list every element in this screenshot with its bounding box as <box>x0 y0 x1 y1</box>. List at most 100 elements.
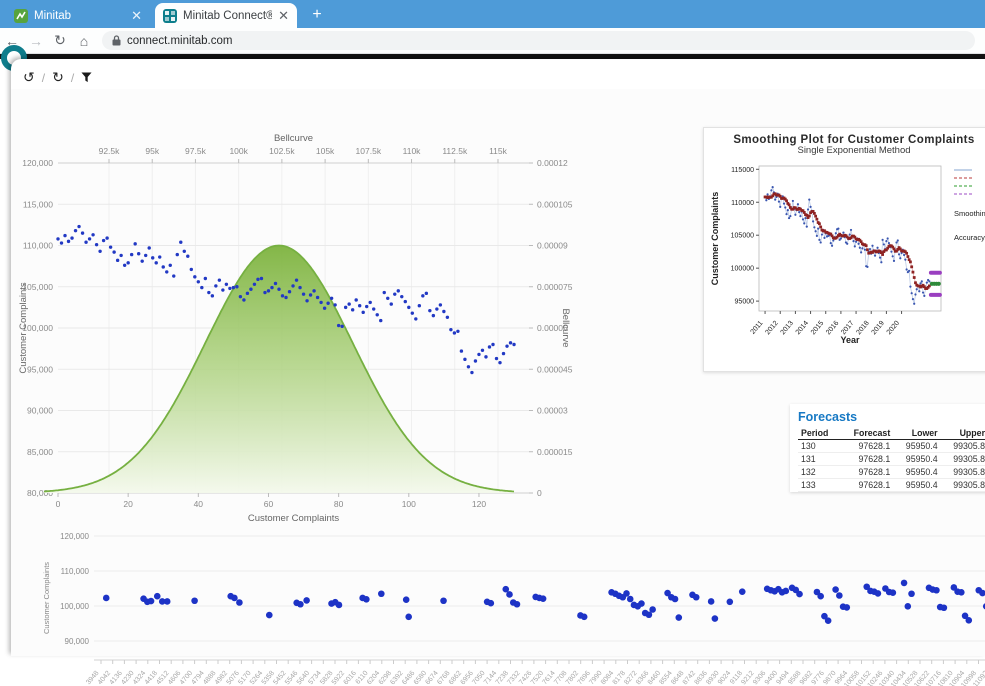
url-text: connect.minitab.com <box>127 35 232 47</box>
table-cell: 130 <box>798 440 840 453</box>
svg-text:105k: 105k <box>316 146 335 156</box>
home-icon[interactable]: ⌂ <box>72 33 96 49</box>
svg-text:2016: 2016 <box>825 320 840 337</box>
reload-icon[interactable]: ↻ <box>48 32 72 49</box>
svg-text:2020: 2020 <box>886 320 901 337</box>
svg-text:120,000: 120,000 <box>60 532 89 541</box>
close-icon[interactable]: ✕ <box>278 9 289 22</box>
svg-text:115,000: 115,000 <box>23 199 53 209</box>
forecast-col-header: Forecast <box>840 427 893 440</box>
svg-text:0.000045: 0.000045 <box>537 364 573 374</box>
table-row: 13197628.195950.499305.8 <box>798 453 985 466</box>
svg-text:2017: 2017 <box>840 320 855 337</box>
forecast-col-header: Period <box>798 427 840 440</box>
browser-window: { "browser": { "tabs": [ {"title": "Mini… <box>0 0 985 656</box>
svg-text:105000: 105000 <box>731 233 754 240</box>
lock-icon <box>112 35 121 46</box>
tab-title: Minitab <box>34 10 125 22</box>
dashboard-canvas: 92.5k95k97.5k100k102.5k105k107.5k110k112… <box>11 89 985 656</box>
svg-text:100000: 100000 <box>731 266 754 273</box>
svg-text:0.00003: 0.00003 <box>537 406 568 416</box>
dashboard-toolbar: ↺ / ↻ / <box>23 69 92 86</box>
svg-text:110,000: 110,000 <box>23 241 53 251</box>
svg-text:115k: 115k <box>489 146 508 156</box>
minitab-favicon-icon <box>14 9 28 23</box>
svg-text:100k: 100k <box>229 146 248 156</box>
svg-text:Customer Complaints: Customer Complaints <box>18 282 29 374</box>
forecasts-table: PeriodForecastLowerUpper13097628.195950.… <box>798 427 985 492</box>
table-cell: 95950.4 <box>893 479 940 492</box>
svg-text:Bellcurve: Bellcurve <box>560 308 571 347</box>
svg-text:60: 60 <box>264 499 274 509</box>
svg-text:2012: 2012 <box>764 320 779 337</box>
forecasts-card: Forecasts PeriodForecastLowerUpper130976… <box>790 404 985 492</box>
table-cell: 97628.1 <box>840 440 893 453</box>
svg-text:Customer Complaints: Customer Complaints <box>42 562 51 634</box>
svg-text:2011: 2011 <box>750 320 765 336</box>
svg-text:Bellcurve: Bellcurve <box>274 133 313 144</box>
filter-icon[interactable] <box>81 70 92 86</box>
history-icon[interactable]: ↺ <box>23 69 35 86</box>
table-cell: 131 <box>798 453 840 466</box>
table-cell: 97628.1 <box>840 479 893 492</box>
forward-icon[interactable]: → <box>24 33 48 49</box>
table-row: 13397628.195950.499305.8 <box>798 479 985 492</box>
table-cell: 133 <box>798 479 840 492</box>
svg-text:95,000: 95,000 <box>27 364 53 374</box>
svg-text:Accuracy: Accuracy <box>954 233 985 242</box>
svg-text:9024: 9024 <box>717 670 732 686</box>
svg-text:120,000: 120,000 <box>22 158 53 168</box>
svg-text:0.00009: 0.00009 <box>537 241 568 251</box>
svg-text:110k: 110k <box>403 146 422 156</box>
table-row: 13297628.195950.499305.8 <box>798 466 985 479</box>
smoothing-plot-subtitle: Single Exponential Method <box>704 145 985 156</box>
tab-minitab-connect[interactable]: Minitab Connect® - connect.min ✕ <box>155 3 297 28</box>
svg-text:6016: 6016 <box>343 670 358 686</box>
new-tab-button[interactable]: + <box>305 4 329 26</box>
svg-text:2015: 2015 <box>810 320 825 337</box>
svg-text:80: 80 <box>334 499 344 509</box>
svg-text:95k: 95k <box>145 146 159 156</box>
svg-text:0.000075: 0.000075 <box>537 282 573 292</box>
tab-strip: Minitab ✕ Minitab Connect® - connect.min… <box>0 0 985 28</box>
svg-text:20: 20 <box>123 499 133 509</box>
svg-text:2014: 2014 <box>795 320 810 337</box>
smoothing-plot-chart: 1150001100001050001000009500020112012201… <box>704 156 985 366</box>
svg-text:92.5k: 92.5k <box>99 146 121 156</box>
svg-text:107.5k: 107.5k <box>356 146 382 156</box>
table-row: 13097628.195950.499305.8 <box>798 440 985 453</box>
svg-text:100,000: 100,000 <box>60 602 89 611</box>
table-cell: 97628.1 <box>840 453 893 466</box>
svg-text:0.000015: 0.000015 <box>537 447 573 457</box>
refresh-icon[interactable]: ↻ <box>52 69 64 86</box>
connect-favicon-icon <box>163 9 177 23</box>
address-bar[interactable]: connect.minitab.com <box>102 31 975 50</box>
svg-text:90,000: 90,000 <box>27 406 53 416</box>
tab-minitab[interactable]: Minitab ✕ <box>6 3 150 28</box>
table-cell: 99305.8 <box>941 466 985 479</box>
svg-text:85,000: 85,000 <box>27 447 53 457</box>
svg-text:0: 0 <box>56 499 61 509</box>
tab-title: Minitab Connect® - connect.min <box>183 10 272 22</box>
table-cell: 99305.8 <box>941 453 985 466</box>
svg-text:0: 0 <box>537 488 542 498</box>
svg-text:100: 100 <box>402 499 416 509</box>
smoothing-plot-card: Smoothing Plot for Customer Complaints S… <box>703 127 985 372</box>
forecast-col-header: Upper <box>941 427 985 440</box>
toolbar-separator: / <box>42 71 45 85</box>
table-cell: 95950.4 <box>893 440 940 453</box>
svg-text:95000: 95000 <box>735 299 755 306</box>
svg-text:0.000105: 0.000105 <box>537 199 573 209</box>
table-cell: 97628.1 <box>840 466 893 479</box>
bellcurve-scatter-chart: 92.5k95k97.5k100k102.5k105k107.5k110k112… <box>11 125 576 525</box>
browser-toolbar: ← → ↻ ⌂ connect.minitab.com <box>0 28 985 54</box>
toolbar-separator: / <box>71 71 74 85</box>
svg-text:112.5k: 112.5k <box>442 146 468 156</box>
close-icon[interactable]: ✕ <box>131 9 142 22</box>
table-cell: 99305.8 <box>941 440 985 453</box>
svg-text:97.5k: 97.5k <box>185 146 207 156</box>
table-cell: 95950.4 <box>893 466 940 479</box>
svg-text:2019: 2019 <box>871 320 886 337</box>
svg-text:115000: 115000 <box>731 167 754 174</box>
dashboard-panel: ↺ / ↻ / 92.5k95k97.5k100k102.5k105k107.5… <box>11 59 985 656</box>
